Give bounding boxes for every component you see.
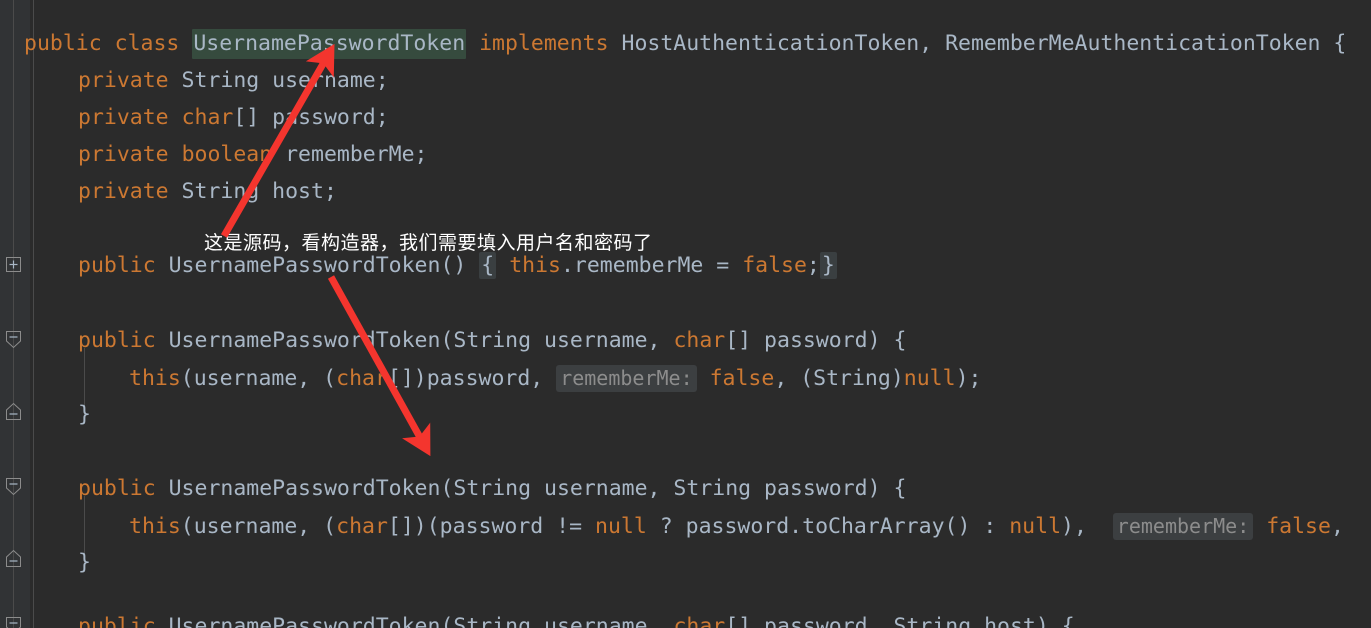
folded-brace-close[interactable]: } xyxy=(819,252,837,279)
call-args-part1: (username, ( xyxy=(180,366,337,391)
code-line-field-username[interactable]: private String username; xyxy=(78,62,389,100)
code-editor[interactable]: public class UsernamePasswordToken imple… xyxy=(0,0,1371,628)
constructor-signature-part2: [] password) { xyxy=(725,328,907,353)
keyword-null-2: null xyxy=(1009,514,1062,539)
keyword-class: class xyxy=(114,31,180,56)
constructor-signature-part2: [] password, String host) { xyxy=(725,614,1075,628)
keyword-null: null xyxy=(903,366,956,391)
call-args-part4: ), xyxy=(1061,514,1113,539)
call-args-part2: [])(password != xyxy=(387,514,596,539)
code-line-constructor-with-host-clipped[interactable]: public UsernamePasswordToken(String user… xyxy=(78,608,1075,628)
keyword-char: char xyxy=(673,328,726,353)
keyword-boolean: boolean xyxy=(181,142,273,167)
keyword-this: this xyxy=(129,366,181,391)
code-content[interactable]: public class UsernamePasswordToken imple… xyxy=(0,0,1371,628)
keyword-false: false xyxy=(709,366,775,391)
constructor-signature: UsernamePasswordToken(String username, S… xyxy=(155,476,907,501)
code-line-closing-brace-2[interactable]: } xyxy=(78,544,91,582)
field-name-host: host; xyxy=(272,179,337,204)
keyword-char: char xyxy=(673,614,726,628)
code-line-field-rememberme[interactable]: private boolean rememberMe; xyxy=(78,136,428,174)
call-args-part1: (username, ( xyxy=(180,514,337,539)
constructor-signature-part1: UsernamePasswordToken(String username, xyxy=(155,328,674,353)
call-args-part3: ? password.toCharArray() : xyxy=(646,514,1010,539)
keyword-this: this xyxy=(509,253,561,278)
field-name-username: username; xyxy=(272,68,389,93)
keyword-public: public xyxy=(78,614,156,628)
keyword-this: this xyxy=(129,514,181,539)
field-type: String xyxy=(168,179,273,204)
keyword-private: private xyxy=(78,105,169,130)
keyword-public: public xyxy=(78,253,156,278)
keyword-public: public xyxy=(24,31,102,56)
call-args-end: ); xyxy=(955,366,982,391)
keyword-public: public xyxy=(78,476,156,501)
keyword-implements: implements xyxy=(479,31,609,56)
param-hint-rememberme: rememberMe: xyxy=(556,365,697,392)
code-line-this-delegate-2[interactable]: this(username, (char[])(password != null… xyxy=(129,507,1344,545)
closing-brace: } xyxy=(78,550,91,575)
highlighted-class-name[interactable]: UsernamePasswordToken xyxy=(192,29,467,59)
code-line-this-delegate-1[interactable]: this(username, (char[])password, remembe… xyxy=(129,359,981,397)
keyword-private: private xyxy=(78,142,169,167)
constructor-signature-part1: UsernamePasswordToken(String username, xyxy=(155,614,674,628)
call-args-part2: [])password, xyxy=(387,366,557,391)
keyword-public: public xyxy=(78,328,156,353)
keyword-false: false xyxy=(742,253,807,278)
code-line-field-host[interactable]: private String host; xyxy=(78,173,337,211)
closing-brace: } xyxy=(78,402,91,427)
code-line-class-declaration[interactable]: public class UsernamePasswordToken imple… xyxy=(24,25,1346,63)
keyword-false-2: false xyxy=(1266,514,1331,539)
code-line-constructor-string[interactable]: public UsernamePasswordToken(String user… xyxy=(78,470,906,508)
field-type-and-name: String xyxy=(168,68,273,93)
semicolon: ; xyxy=(806,253,820,278)
code-line-field-password[interactable]: private char[] password; xyxy=(78,99,389,137)
trailing-comma: , xyxy=(1330,514,1344,539)
param-hint-rememberme-2: rememberMe: xyxy=(1112,513,1254,540)
keyword-char: char xyxy=(336,514,388,539)
annotation-text: 这是源码，看构造器，我们需要填入用户名和密码了 xyxy=(204,232,653,254)
constructor-signature: UsernamePasswordToken() xyxy=(155,253,480,278)
assignment-rememberme: .rememberMe = xyxy=(560,253,743,278)
call-args-part3: , (String) xyxy=(774,366,904,391)
keyword-null: null xyxy=(595,514,647,539)
code-line-constructor-char-array[interactable]: public UsernamePasswordToken(String user… xyxy=(78,322,906,360)
implemented-interfaces: HostAuthenticationToken, RememberMeAuthe… xyxy=(621,31,1347,56)
keyword-char: char xyxy=(181,105,234,130)
keyword-private: private xyxy=(78,179,169,204)
field-name-rememberme: rememberMe; xyxy=(272,142,428,167)
keyword-private: private xyxy=(78,68,169,93)
keyword-char: char xyxy=(336,366,388,391)
code-line-closing-brace-1[interactable]: } xyxy=(78,396,91,434)
field-name-password: [] password; xyxy=(233,105,389,130)
folded-brace-open[interactable]: { xyxy=(479,252,497,279)
